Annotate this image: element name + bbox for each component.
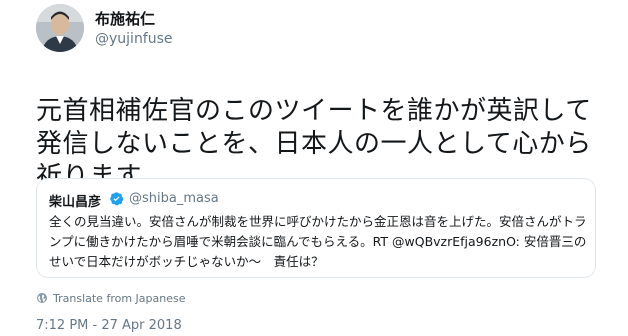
tweet-text: 元首相補佐官のこのツイートを誰かが英訳して発信しないことを、日本人の一人として心…: [36, 62, 616, 194]
author-display-name[interactable]: 布施祐仁: [95, 8, 155, 29]
quoted-tweet[interactable]: 柴山昌彦 @shiba_masa 全くの見当違い。安倍さんが制裁を世界に呼びかけ…: [36, 178, 596, 278]
translate-label: Translate from Japanese: [53, 291, 186, 305]
quoted-author-name: 柴山昌彦: [49, 195, 102, 210]
tweet: 布施祐仁 @yujinfuse 元首相補佐官のこのツイートを誰かが英訳して発信し…: [0, 0, 628, 336]
author-handle[interactable]: @yujinfuse: [95, 31, 173, 47]
globe-icon: [37, 293, 47, 303]
tweet-timestamp[interactable]: 7:12 PM - 27 Apr 2018: [36, 318, 182, 333]
translate-link[interactable]: Translate from Japanese: [36, 290, 185, 306]
verified-badge-icon: [110, 192, 124, 206]
author-avatar[interactable]: [36, 4, 84, 52]
quoted-tweet-text: 全くの見当違い。安倍さんが制裁を世界に呼びかけたから金正恩は音を上げた。安倍さん…: [49, 214, 587, 269]
user-avatar-icon: [36, 4, 84, 52]
quoted-author-handle: @shiba_masa: [129, 191, 219, 206]
